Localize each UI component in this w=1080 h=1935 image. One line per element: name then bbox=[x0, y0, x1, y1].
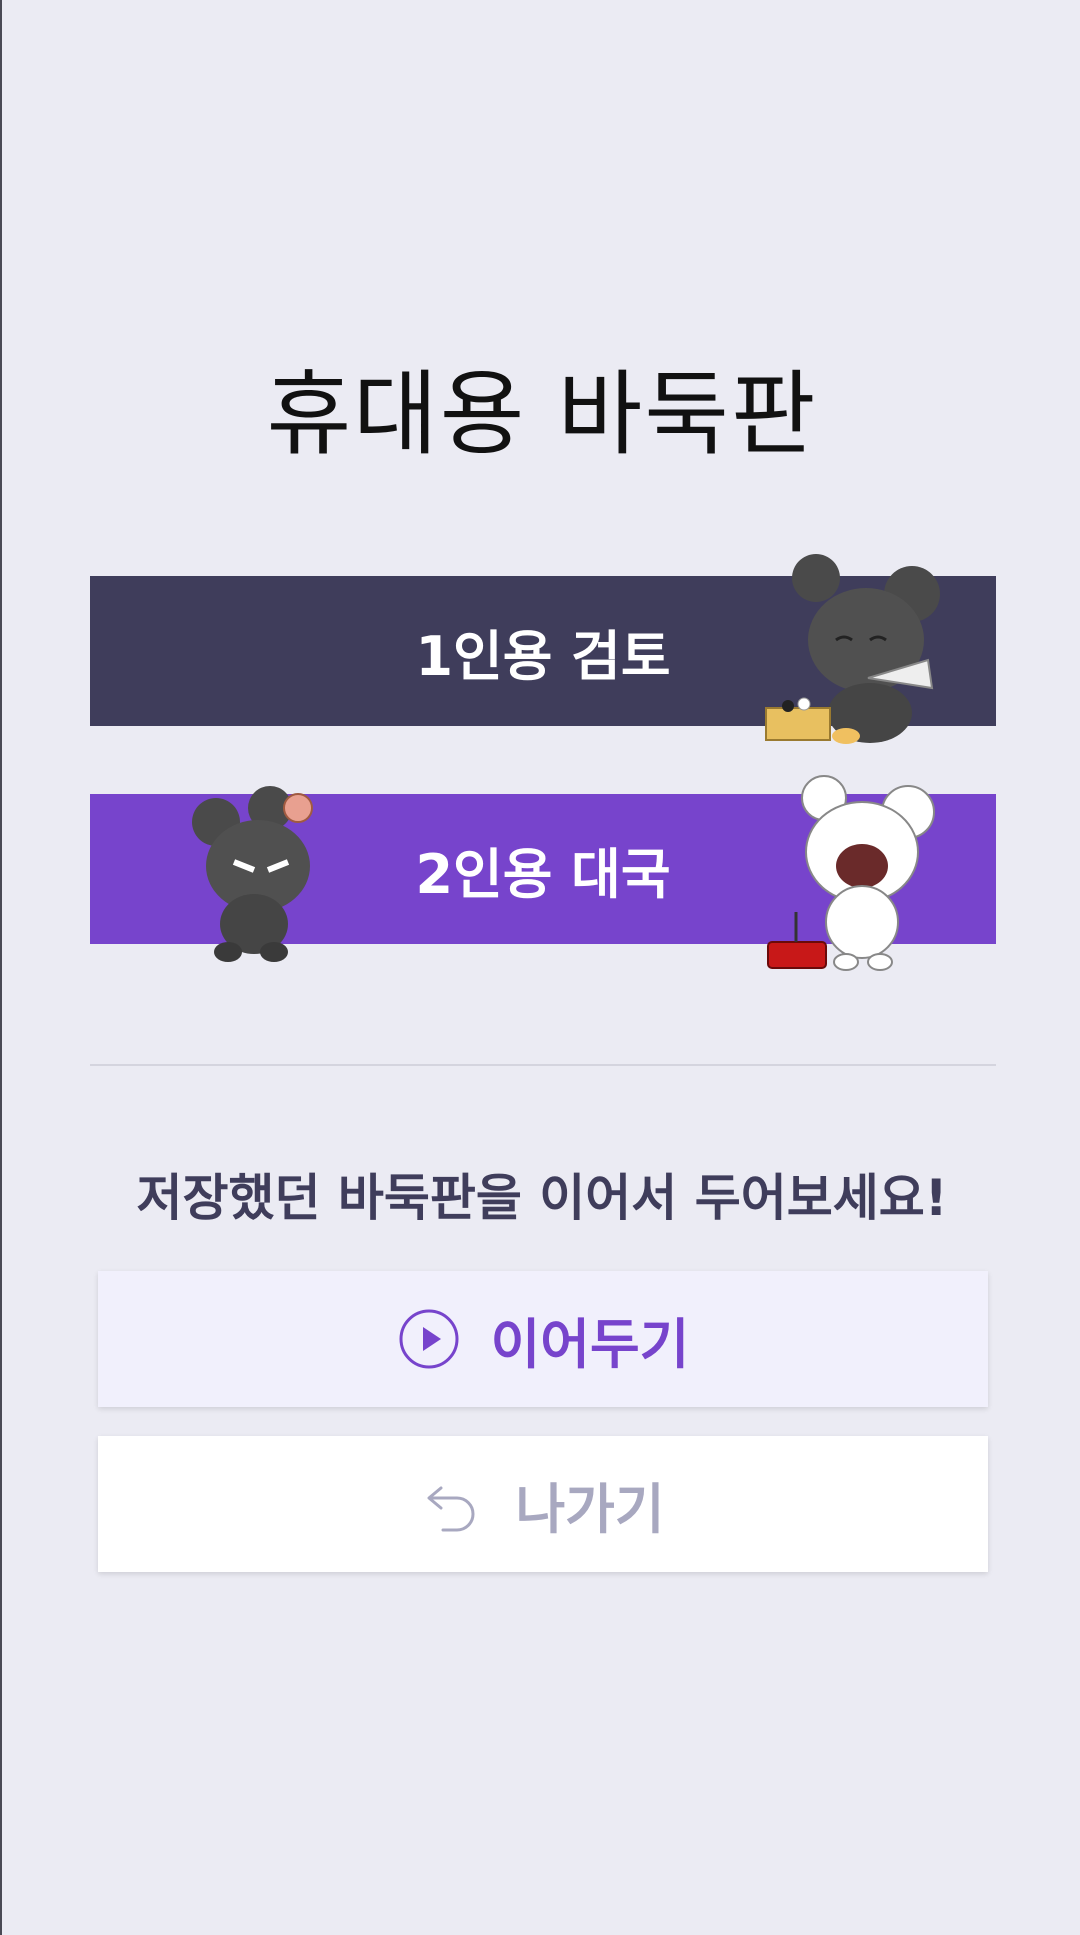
undo-arrow-icon bbox=[427, 1486, 475, 1532]
section-divider bbox=[90, 1064, 996, 1066]
app-title: 휴대용 바둑판 bbox=[266, 361, 818, 468]
single-player-review-button[interactable]: 1인용 검토 bbox=[90, 576, 996, 726]
exit-label: 나가기 bbox=[515, 1477, 665, 1541]
continue-game-button[interactable]: 이어두기 bbox=[98, 1271, 988, 1407]
play-circle-icon bbox=[399, 1309, 459, 1369]
two-player-match-label: 2인용 대국 bbox=[415, 842, 671, 906]
single-player-review-label: 1인용 검토 bbox=[415, 624, 671, 688]
resume-message: 저장했던 바둑판을 이어서 두어보세요! bbox=[136, 1169, 948, 1227]
continue-game-label: 이어두기 bbox=[490, 1312, 690, 1376]
two-player-match-button[interactable]: 2인용 대국 bbox=[90, 794, 996, 944]
exit-button[interactable]: 나가기 bbox=[98, 1436, 988, 1572]
